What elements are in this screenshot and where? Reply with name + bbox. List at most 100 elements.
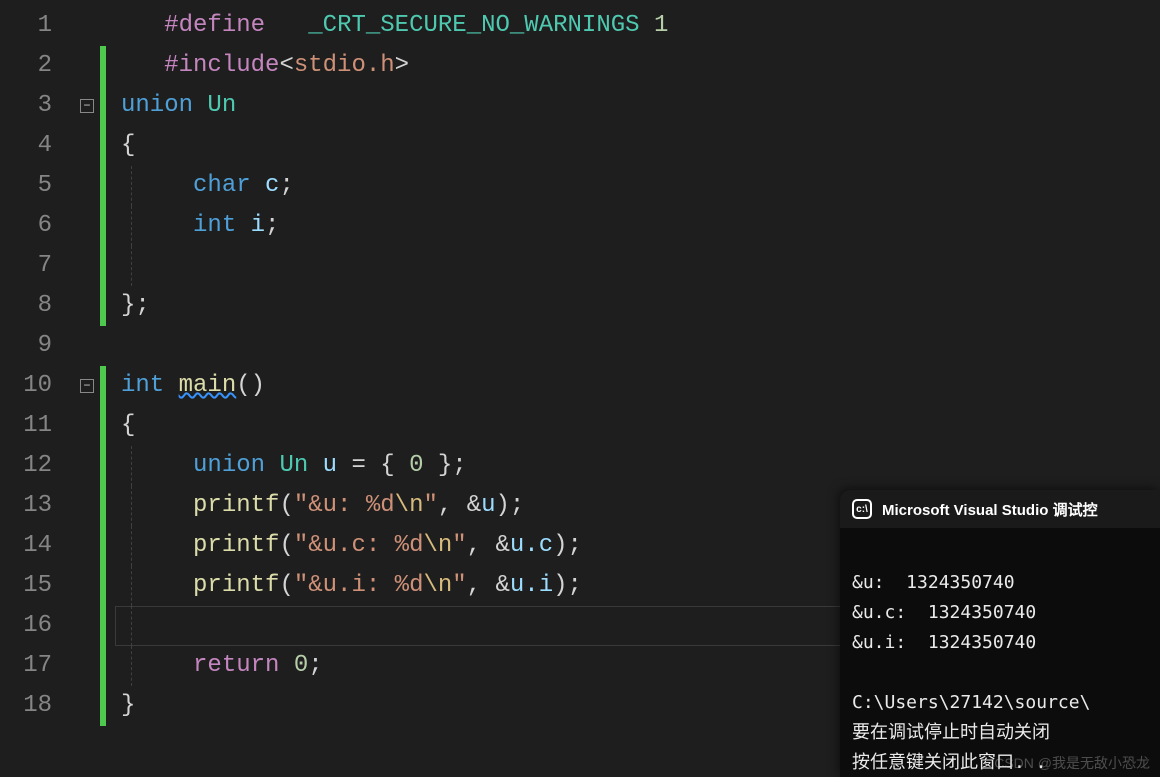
escape-seq: \n	[395, 492, 424, 519]
string-literal: "&u.i: %d	[294, 572, 424, 599]
line-number: 16	[0, 606, 52, 646]
paren-open: (	[279, 572, 293, 599]
code-line[interactable]: #define _CRT_SECURE_NO_WARNINGS 1	[121, 6, 1160, 46]
line-number: 8	[0, 286, 52, 326]
brace-semi: };	[423, 452, 466, 479]
code-line[interactable]: int main()	[121, 366, 1160, 406]
identifier: c	[265, 172, 279, 199]
debug-console-titlebar[interactable]: c:\ Microsoft Visual Studio 调试控	[840, 490, 1160, 528]
identifier: u	[481, 492, 495, 519]
number-literal: 0	[294, 652, 308, 679]
identifier: i	[251, 212, 265, 239]
change-indicator-bar: − −	[70, 0, 115, 777]
fold-toggle-icon[interactable]: −	[80, 99, 94, 113]
code-line[interactable]: {	[121, 126, 1160, 166]
escape-seq: \n	[423, 572, 452, 599]
semicolon: ;	[265, 212, 279, 239]
output-line: &u.c: 1324350740	[852, 602, 1036, 623]
number-literal: 1	[654, 12, 668, 39]
preproc-include: #include	[164, 52, 279, 79]
paren-close: );	[553, 532, 582, 559]
string-literal: "	[452, 532, 466, 559]
angle-close: >	[395, 52, 409, 79]
function-printf: printf	[193, 532, 279, 559]
paren-close: );	[496, 492, 525, 519]
line-number: 2	[0, 46, 52, 86]
debug-console-title: Microsoft Visual Studio 调试控	[882, 499, 1098, 520]
code-line[interactable]: union Un u = { 0 };	[121, 446, 1160, 486]
code-line[interactable]: union Un	[121, 86, 1160, 126]
preproc-define: #define	[164, 12, 265, 39]
line-number: 9	[0, 326, 52, 366]
fold-toggle-icon[interactable]: −	[80, 379, 94, 393]
paren-open: (	[279, 492, 293, 519]
paren-close: );	[553, 572, 582, 599]
output-line: &u: 1324350740	[852, 572, 1015, 593]
brace-close: };	[121, 292, 150, 319]
type-name: Un	[207, 92, 236, 119]
identifier: u.i	[510, 572, 553, 599]
brace-open: {	[121, 132, 135, 159]
debug-console-window[interactable]: c:\ Microsoft Visual Studio 调试控 &u: 1324…	[840, 490, 1160, 777]
keyword-char: char	[193, 172, 251, 199]
semicolon: ;	[308, 652, 322, 679]
keyword-union: union	[121, 92, 193, 119]
semicolon: ;	[279, 172, 293, 199]
code-line[interactable]: };	[121, 286, 1160, 326]
line-number-gutter: 1 2 3 4 5 6 7 8 9 10 11 12 13 14 15 16 1…	[0, 0, 70, 777]
output-line: &u.i: 1324350740	[852, 632, 1036, 653]
line-number: 5	[0, 166, 52, 206]
function-printf: printf	[193, 492, 279, 519]
type-name: Un	[279, 452, 308, 479]
escape-seq: \n	[423, 532, 452, 559]
output-line: C:\Users\27142\source\	[852, 692, 1090, 713]
code-line[interactable]: char c;	[121, 166, 1160, 206]
line-number: 18	[0, 686, 52, 726]
line-number: 14	[0, 526, 52, 566]
line-number: 4	[0, 126, 52, 166]
paren-open: (	[279, 532, 293, 559]
comma-amp: , &	[467, 532, 510, 559]
line-number: 12	[0, 446, 52, 486]
number-literal: 0	[409, 452, 423, 479]
brace-open: {	[121, 412, 135, 439]
brace-close: }	[121, 692, 135, 719]
line-number: 13	[0, 486, 52, 526]
terminal-icon: c:\	[852, 499, 872, 519]
spacer	[265, 12, 294, 39]
debug-console-output[interactable]: &u: 1324350740 &u.c: 1324350740 &u.i: 13…	[840, 528, 1160, 777]
keyword-return: return	[193, 652, 279, 679]
line-number: 11	[0, 406, 52, 446]
string-literal: "	[452, 572, 466, 599]
eq-brace: = {	[337, 452, 395, 479]
code-line[interactable]	[121, 326, 1160, 366]
string-literal: "	[423, 492, 437, 519]
output-line: 要在调试停止时自动关闭	[852, 722, 1050, 743]
line-number: 6	[0, 206, 52, 246]
string-literal: "&u.c: %d	[294, 532, 424, 559]
code-line[interactable]: #include<stdio.h>	[121, 46, 1160, 86]
string-literal: "&u: %d	[294, 492, 395, 519]
identifier: u.c	[510, 532, 553, 559]
keyword-union: union	[193, 452, 265, 479]
code-line[interactable]: int i;	[121, 206, 1160, 246]
line-number: 3	[0, 86, 52, 126]
comma-amp: , &	[438, 492, 481, 519]
keyword-int: int	[121, 372, 164, 399]
identifier: u	[323, 452, 337, 479]
line-number: 17	[0, 646, 52, 686]
line-number: 10	[0, 366, 52, 406]
watermark-text: CSDN @我是无敌小恐龙	[994, 753, 1150, 773]
line-number: 1	[0, 6, 52, 46]
comma-amp: , &	[467, 572, 510, 599]
function-printf: printf	[193, 572, 279, 599]
code-line[interactable]: {	[121, 406, 1160, 446]
paren: ()	[236, 372, 265, 399]
line-number: 15	[0, 566, 52, 606]
keyword-int: int	[193, 212, 236, 239]
code-line[interactable]	[121, 246, 1160, 286]
line-number: 7	[0, 246, 52, 286]
macro-name: _CRT_SECURE_NO_WARNINGS	[308, 12, 639, 39]
angle-open: <	[279, 52, 293, 79]
function-main: main	[179, 372, 237, 399]
